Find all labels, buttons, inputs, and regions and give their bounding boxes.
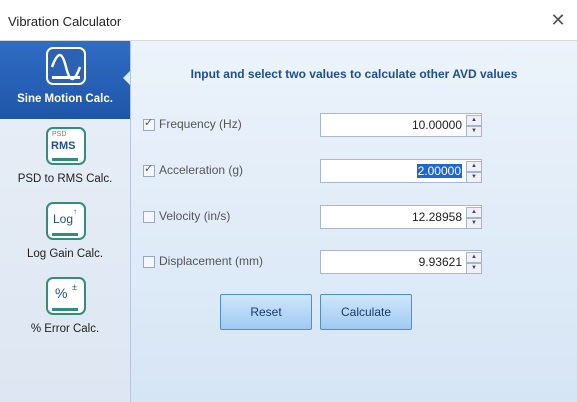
velocity-checkbox[interactable] (143, 211, 155, 223)
frequency-row: Frequency (Hz) 10.00000 ▲ ▼ (143, 113, 573, 139)
spin-up-icon[interactable]: ▲ (466, 161, 482, 172)
velocity-row: Velocity (in/s) 12.28958 ▲ ▼ (143, 205, 573, 231)
acceleration-label: Acceleration (g) (159, 163, 244, 177)
main-panel: Input and select two values to calculate… (131, 41, 577, 402)
sidebar-item-label: Log Gain Calc. (26, 248, 104, 260)
sidebar-item-percent-error[interactable]: % ± % Error Calc. (0, 271, 130, 349)
acceleration-spinner[interactable]: ▲ ▼ (466, 161, 482, 183)
spin-down-icon[interactable]: ▼ (466, 126, 482, 137)
psd-icon-text: PSD (52, 131, 67, 138)
velocity-value: 12.28958 (411, 210, 462, 224)
calculate-button[interactable]: Calculate (320, 294, 412, 330)
sine-wave-icon (46, 47, 86, 85)
spin-down-icon[interactable]: ▼ (466, 218, 482, 229)
percent-error-icon: % ± (46, 277, 86, 315)
instruction-text: Input and select two values to calculate… (190, 67, 518, 81)
frequency-label: Frequency (Hz) (159, 117, 242, 131)
sidebar-item-label: Sine Motion Calc. (17, 93, 113, 105)
sidebar-item-psd-rms[interactable]: PSD RMS PSD to RMS Calc. (0, 121, 130, 199)
frequency-value: 10.00000 (411, 118, 462, 132)
reset-button[interactable]: Reset (220, 294, 312, 330)
sidebar: Sine Motion Calc. PSD RMS PSD to RMS Cal… (0, 41, 131, 402)
rms-icon-text: RMS (51, 140, 76, 152)
spin-down-icon[interactable]: ▼ (466, 172, 482, 183)
sidebar-item-sine-motion[interactable]: Sine Motion Calc. (0, 41, 130, 119)
spin-up-icon[interactable]: ▲ (466, 115, 482, 126)
percent-icon-text: % (55, 285, 68, 301)
frequency-spinner[interactable]: ▲ ▼ (466, 115, 482, 137)
sidebar-item-log-gain[interactable]: Log ↑ Log Gain Calc. (0, 196, 130, 274)
velocity-spinner[interactable]: ▲ ▼ (466, 207, 482, 229)
frequency-input[interactable]: 10.00000 ▲ ▼ (320, 113, 482, 137)
acceleration-input[interactable]: 2.00000 ▲ ▼ (320, 159, 482, 183)
psd-rms-icon: PSD RMS (46, 127, 86, 165)
acceleration-value: 2.00000 (416, 164, 462, 178)
displacement-row: Displacement (mm) 9.93621 ▲ ▼ (143, 250, 573, 276)
velocity-input[interactable]: 12.28958 ▲ ▼ (320, 205, 482, 229)
spin-down-icon[interactable]: ▼ (466, 263, 482, 274)
spin-up-icon[interactable]: ▲ (466, 252, 482, 263)
active-indicator (123, 71, 130, 85)
displacement-input[interactable]: 9.93621 ▲ ▼ (320, 250, 482, 274)
frequency-checkbox[interactable] (143, 116, 155, 131)
acceleration-checkbox[interactable] (143, 162, 155, 177)
velocity-label: Velocity (in/s) (159, 209, 231, 223)
displacement-checkbox[interactable] (143, 256, 155, 268)
close-button[interactable]: ✕ (545, 8, 571, 32)
sidebar-item-label: % Error Calc. (30, 323, 100, 335)
close-icon: ✕ (550, 10, 566, 30)
sidebar-item-label: PSD to RMS Calc. (17, 173, 113, 185)
displacement-spinner[interactable]: ▲ ▼ (466, 252, 482, 274)
log-icon-text: Log (53, 212, 74, 226)
displacement-label: Displacement (mm) (159, 254, 264, 268)
window-title: Vibration Calculator (8, 14, 122, 29)
acceleration-row: Acceleration (g) 2.00000 ▲ ▼ (143, 159, 573, 185)
displacement-value: 9.93621 (418, 255, 462, 269)
title-bar: Vibration Calculator ✕ (0, 0, 577, 41)
vibration-calculator-window: Vibration Calculator ✕ Sine Motion Calc.… (0, 0, 577, 402)
log-gain-icon: Log ↑ (46, 202, 86, 240)
spin-up-icon[interactable]: ▲ (466, 207, 482, 218)
